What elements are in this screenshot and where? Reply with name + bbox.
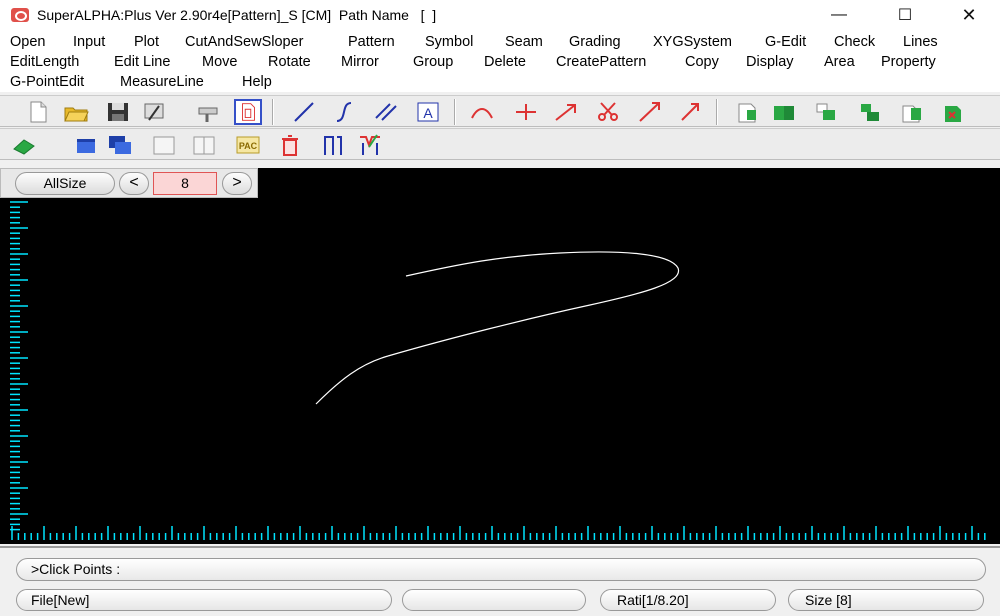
app-logo-icon xyxy=(11,8,29,22)
menu-symbol[interactable]: Symbol xyxy=(425,32,473,52)
menu-grading[interactable]: Grading xyxy=(569,32,621,52)
next-size-button[interactable]: > xyxy=(222,172,252,195)
secondary-toolbar: PAC xyxy=(0,128,1000,160)
menu-plot[interactable]: Plot xyxy=(134,32,159,52)
menu-cutandsewsloper[interactable]: CutAndSewSloper xyxy=(185,32,304,52)
extend-line-icon[interactable] xyxy=(636,99,664,125)
status-size: Size [8] xyxy=(788,589,984,611)
pac-label: PAC xyxy=(239,141,258,151)
text-tool-icon[interactable]: A xyxy=(414,99,442,125)
pattern-page-icon[interactable] xyxy=(234,99,262,125)
menu-createpattern[interactable]: CreatePattern xyxy=(556,52,646,72)
angle-line-icon[interactable] xyxy=(552,99,580,125)
menu-bar: Open Input Plot CutAndSewSloper Pattern … xyxy=(0,30,1000,92)
text-tool-label: A xyxy=(423,105,433,121)
arc-tool-icon[interactable] xyxy=(468,99,496,125)
window-cascade-icon[interactable] xyxy=(106,132,134,158)
window-single-icon[interactable] xyxy=(72,132,100,158)
menu-seam[interactable]: Seam xyxy=(505,32,543,52)
menu-g-pointedit[interactable]: G-PointEdit xyxy=(10,72,84,92)
menu-input[interactable]: Input xyxy=(73,32,105,52)
drawn-curve xyxy=(315,251,680,405)
curve-tool-icon[interactable] xyxy=(330,99,358,125)
minimize-button[interactable]: — xyxy=(816,0,862,30)
maximize-button[interactable]: ☐ xyxy=(882,0,928,30)
app-window: SuperALPHA:Plus Ver 2.90r4e[Pattern]_S [… xyxy=(0,0,1000,616)
new-file-icon[interactable] xyxy=(24,99,52,125)
pattern-piece-delete-icon[interactable] xyxy=(940,99,968,125)
menu-mirror[interactable]: Mirror xyxy=(341,52,379,72)
scissors-icon[interactable] xyxy=(594,99,622,125)
prev-size-button[interactable]: < xyxy=(119,172,149,195)
window-blank-icon[interactable] xyxy=(150,132,178,158)
menu-delete[interactable]: Delete xyxy=(484,52,526,72)
menu-help[interactable]: Help xyxy=(242,72,272,92)
pattern-line-lower xyxy=(315,355,389,405)
pattern-line-upper xyxy=(387,251,680,357)
status-blank xyxy=(402,589,586,611)
menu-property[interactable]: Property xyxy=(881,52,936,72)
pattern-piece-rotate-icon[interactable] xyxy=(856,99,884,125)
pattern-piece-move-icon[interactable] xyxy=(812,99,840,125)
cross-point-icon[interactable] xyxy=(512,99,540,125)
menu-editlength[interactable]: EditLength xyxy=(10,52,79,72)
status-ratio: Rati[1/8.20] xyxy=(600,589,776,611)
eraser-icon[interactable] xyxy=(10,132,38,158)
open-folder-icon[interactable] xyxy=(62,99,90,125)
menu-xygsystem[interactable]: XYGSystem xyxy=(653,32,732,52)
menu-pattern[interactable]: Pattern xyxy=(348,32,395,52)
menu-lines[interactable]: Lines xyxy=(903,32,938,52)
menu-move[interactable]: Move xyxy=(202,52,237,72)
toolbar-separator xyxy=(454,99,456,125)
menu-display[interactable]: Display xyxy=(746,52,794,72)
notch-tool-icon[interactable] xyxy=(320,132,348,158)
allsize-button[interactable]: AllSize xyxy=(15,172,115,195)
dart-tool-icon[interactable] xyxy=(356,132,384,158)
pattern-piece-copy-icon[interactable] xyxy=(770,99,798,125)
digitizer-icon[interactable] xyxy=(140,99,168,125)
main-toolbar: A xyxy=(0,95,1000,127)
plotter-icon[interactable] xyxy=(194,99,222,125)
menu-edit-line[interactable]: Edit Line xyxy=(114,52,170,72)
menu-measureline[interactable]: MeasureLine xyxy=(120,72,204,92)
window-split-icon[interactable] xyxy=(190,132,218,158)
trash-icon[interactable] xyxy=(276,132,304,158)
menu-check[interactable]: Check xyxy=(834,32,875,52)
parallel-line-icon[interactable] xyxy=(372,99,400,125)
menu-rotate[interactable]: Rotate xyxy=(268,52,311,72)
pattern-piece-add-icon[interactable] xyxy=(734,99,762,125)
window-title: SuperALPHA:Plus Ver 2.90r4e[Pattern]_S [… xyxy=(37,7,437,23)
menu-copy[interactable]: Copy xyxy=(685,52,719,72)
title-bar: SuperALPHA:Plus Ver 2.90r4e[Pattern]_S [… xyxy=(0,0,1000,30)
menu-g-edit[interactable]: G-Edit xyxy=(765,32,806,52)
command-prompt[interactable]: >Click Points : xyxy=(16,558,986,581)
menu-area[interactable]: Area xyxy=(824,52,855,72)
toolbar-separator xyxy=(716,99,718,125)
menu-group[interactable]: Group xyxy=(413,52,453,72)
status-file: File[New] xyxy=(16,589,392,611)
toolbar-separator xyxy=(272,99,274,125)
pattern-piece-flip-icon[interactable] xyxy=(898,99,926,125)
current-size-field[interactable]: 8 xyxy=(153,172,217,195)
close-button[interactable]: ✕ xyxy=(946,0,992,30)
line-tool-icon[interactable] xyxy=(290,99,318,125)
trim-line-icon[interactable] xyxy=(676,99,704,125)
save-disk-icon[interactable] xyxy=(104,99,132,125)
size-selector-bar: AllSize < 8 > xyxy=(0,168,258,198)
pac-icon[interactable]: PAC xyxy=(234,132,262,158)
menu-open[interactable]: Open xyxy=(10,32,45,52)
